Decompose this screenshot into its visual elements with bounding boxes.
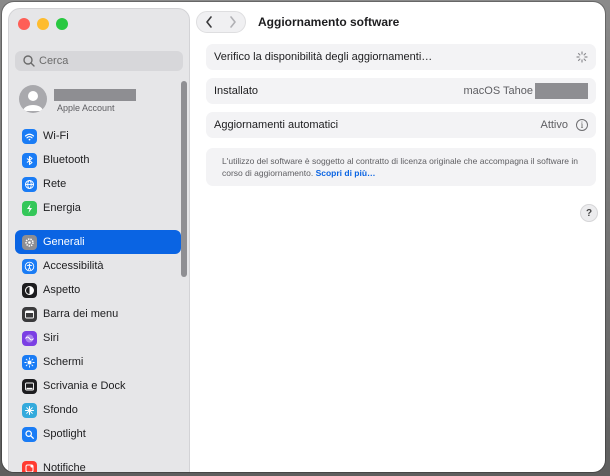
sidebar-item-label: Spotlight [43, 428, 86, 440]
main-pane: Aggiornamento software Verifico la dispo… [190, 2, 605, 472]
dock-icon [22, 378, 37, 394]
installed-card: Installato macOS Tahoe [206, 78, 596, 104]
license-note-card: L'utilizzo del software è soggetto al co… [206, 148, 596, 186]
search-field[interactable] [15, 51, 183, 71]
sidebar-item-label: Wi-Fi [43, 130, 69, 142]
sidebar-item-label: Accessibilità [43, 260, 104, 272]
appearance-icon [22, 282, 37, 298]
spinner-icon [576, 51, 588, 63]
toolbar: Aggiornamento software [190, 2, 605, 42]
sidebar-item-generali[interactable]: Generali [15, 230, 181, 254]
minimize-button[interactable] [37, 18, 49, 30]
sidebar-item-spotlight[interactable]: Spotlight [15, 422, 181, 446]
notifications-icon [22, 460, 37, 472]
sidebar-item-schermi[interactable]: Schermi [15, 350, 181, 374]
sidebar-item-sfondo[interactable]: Sfondo [15, 398, 181, 422]
account-name-redacted [54, 89, 136, 101]
learn-more-link[interactable]: Scopri di più… [316, 168, 376, 178]
gear-icon [22, 234, 37, 250]
account-subtitle: Apple Account [57, 103, 115, 113]
sidebar-item-notifiche[interactable]: Notifiche [15, 456, 181, 472]
sidebar-item-label: Bluetooth [43, 154, 90, 166]
back-button[interactable] [197, 12, 221, 32]
sidebar-item-energia[interactable]: Energia [15, 196, 181, 220]
sidebar-item-label: Scrivania e Dock [43, 380, 126, 392]
close-button[interactable] [18, 18, 30, 30]
automatic-updates-status: Attivo [540, 119, 568, 131]
sidebar-item-scrivania-e-dock[interactable]: Scrivania e Dock [15, 374, 181, 398]
sidebar-item-label: Energia [43, 202, 81, 214]
person-icon [23, 91, 43, 111]
automatic-updates-label: Aggiornamenti automatici [214, 119, 339, 131]
installed-version: macOS Tahoe [463, 85, 533, 97]
sidebar-item-label: Aspetto [43, 284, 81, 296]
sidebar-item-label: Sfondo [43, 404, 78, 416]
installed-label: Installato [214, 85, 259, 97]
version-redacted [535, 83, 588, 99]
wifi-icon [22, 128, 37, 144]
sun-icon [22, 354, 37, 370]
license-note: L'utilizzo del software è soggetto al co… [214, 148, 588, 186]
bluetooth-icon [22, 152, 37, 168]
info-button[interactable]: i [576, 119, 588, 131]
sidebar-item-label: Notifiche [43, 462, 86, 472]
help-button[interactable]: ? [580, 204, 598, 222]
sidebar-item-wi-fi[interactable]: Wi-Fi [15, 124, 181, 148]
forward-button[interactable] [221, 12, 245, 32]
spotlight-icon [22, 426, 37, 442]
sidebar-scrollbar[interactable] [181, 81, 187, 472]
settings-window: Apple Account Wi-Fi Bluetooth Rete Energia G… [2, 2, 605, 472]
license-text: L'utilizzo del software è soggetto al co… [222, 156, 578, 178]
sidebar-nav: Wi-Fi Bluetooth Rete Energia Generali Accessi… [15, 124, 181, 472]
update-check-card: Verifico la disponibilità degli aggiorna… [206, 44, 596, 70]
sidebar-item-label: Schermi [43, 356, 84, 368]
chevron-right-icon [230, 16, 236, 28]
update-check-status: Verifico la disponibilità degli aggiorna… [214, 51, 433, 63]
navigation-buttons [196, 11, 246, 33]
window-controls [18, 18, 68, 30]
accessibility-icon [22, 258, 37, 274]
page-title: Aggiornamento software [258, 15, 400, 29]
search-icon [23, 55, 35, 67]
sidebar-item-accessibilita[interactable]: Accessibilità [15, 254, 181, 278]
battery-icon [22, 200, 37, 216]
search-input[interactable] [39, 55, 169, 67]
sidebar-item-aspetto[interactable]: Aspetto [15, 278, 181, 302]
sidebar-item-siri[interactable]: Siri [15, 326, 181, 350]
sidebar-item-label: Barra dei menu [43, 308, 119, 320]
sidebar-item-bluetooth[interactable]: Bluetooth [15, 148, 181, 172]
sidebar-item-label: Siri [43, 332, 59, 344]
sidebar-item-barra-dei-menu[interactable]: Barra dei menu [15, 302, 181, 326]
sidebar-item-label: Generali [43, 236, 85, 248]
automatic-updates-card: Aggiornamenti automatici Attivo i [206, 112, 596, 138]
wallpaper-icon [22, 402, 37, 418]
menubar-icon [22, 306, 37, 322]
siri-icon [22, 330, 37, 346]
zoom-button[interactable] [56, 18, 68, 30]
info-icon: i [580, 120, 584, 130]
globe-icon [22, 176, 37, 192]
chevron-left-icon [206, 16, 212, 28]
scrollbar-thumb[interactable] [181, 81, 187, 277]
avatar [19, 85, 47, 113]
sidebar-item-label: Rete [43, 178, 67, 190]
apple-account[interactable]: Apple Account [19, 85, 179, 117]
sidebar-item-rete[interactable]: Rete [15, 172, 181, 196]
sidebar: Apple Account Wi-Fi Bluetooth Rete Energia G… [8, 8, 190, 472]
